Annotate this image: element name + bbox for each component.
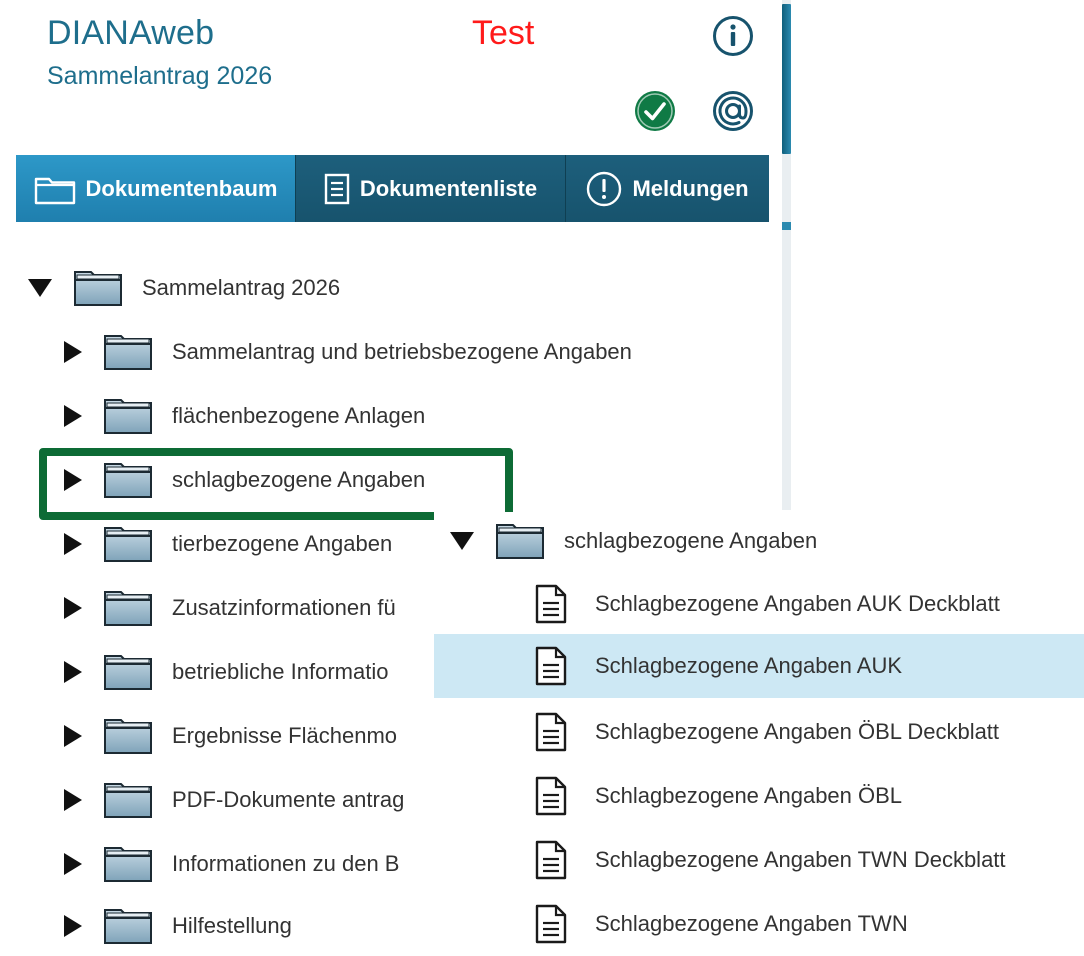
folder-icon [104,590,152,626]
tab-meldungen[interactable]: Meldungen [566,155,769,222]
expand-arrow-icon[interactable] [64,533,82,555]
folder-icon [104,908,152,944]
list-document-icon [324,173,350,205]
tree-node[interactable]: Hilfestellung [60,906,292,946]
folder-icon [104,398,152,434]
tree-node-label: PDF-Dokumente antrag [172,787,405,812]
tree-node-label: Sammelantrag und betriebsbezogene Angabe… [172,339,632,364]
environment-label: Test [472,14,535,52]
panel-scrollbar-marker [782,222,791,230]
tree-node-label: Sammelantrag 2026 [142,275,341,300]
document-label: Schlagbezogene Angaben AUK Deckblatt [595,591,1000,616]
document-icon [534,712,568,752]
tree-node-schlagbezogene-angaben[interactable]: schlagbezogene Angaben [60,460,425,500]
tree-node[interactable]: Ergebnisse Flächenmo [60,716,397,756]
document-icon [534,904,568,944]
tree-node[interactable]: Sammelantrag und betriebsbezogene Angabe… [60,332,632,372]
document-icon [534,840,568,880]
tab-label: Dokumentenliste [359,175,538,201]
expand-arrow-icon[interactable] [64,341,82,363]
folder-icon [104,654,152,690]
document-item[interactable]: Schlagbezogene Angaben ÖBL [434,764,1084,828]
tree-node-label: flächenbezogene Anlagen [172,403,426,428]
folder-icon [104,782,152,818]
tree-node[interactable]: betriebliche Informatio [60,652,388,692]
tree-node-label: Hilfestellung [172,913,292,938]
expanded-node-header[interactable]: schlagbezogene Angaben [450,521,817,561]
exclamation-circle-icon [586,171,622,207]
document-label: Schlagbezogene Angaben TWN Deckblatt [595,847,1006,872]
tree-node-label: schlagbezogene Angaben [172,467,426,492]
expand-arrow-icon[interactable] [64,661,82,683]
expand-arrow-icon[interactable] [64,597,82,619]
folder-icon [74,270,122,306]
expand-arrow-icon[interactable] [64,915,82,937]
document-label: Schlagbezogene Angaben TWN [595,911,908,936]
tree-node[interactable]: PDF-Dokumente antrag [60,780,404,820]
document-item[interactable]: Schlagbezogene Angaben ÖBL Deckblatt [434,700,1084,764]
tree-node-label: Zusatzinformationen fü [172,595,396,620]
tab-dokumentenliste[interactable]: Dokumentenliste [296,155,566,222]
document-item[interactable]: Schlagbezogene Angaben TWN Deckblatt [434,828,1084,892]
expanded-node-panel: schlagbezogene Angaben Schlagbezogene An… [434,512,1084,944]
expand-arrow-icon[interactable] [64,469,82,491]
tree-node[interactable]: flächenbezogene Anlagen [60,396,425,436]
collapse-arrow-icon[interactable] [28,279,52,297]
tab-dokumentenbaum[interactable]: Dokumentenbaum [16,155,296,222]
tree-node-label: tierbezogene Angaben [172,531,393,556]
tree-node[interactable]: Informationen zu den B [60,844,399,884]
tab-label: Meldungen [632,175,749,201]
tree-node-root[interactable]: Sammelantrag 2026 [28,268,340,308]
tree-node-label: betriebliche Informatio [172,659,389,684]
document-item[interactable]: Schlagbezogene Angaben TWN [434,892,1084,956]
tree-node-label: Ergebnisse Flächenmo [172,723,398,748]
tree-node[interactable]: Zusatzinformationen fü [60,588,396,628]
navigation-tabs: Dokumentenbaum Dokumentenliste Meldungen [16,155,769,222]
document-item[interactable]: Schlagbezogene Angaben AUK Deckblatt [434,572,1084,636]
document-icon [534,584,568,624]
panel-scrollbar-thumb[interactable] [782,4,791,154]
expand-arrow-icon[interactable] [64,405,82,427]
folder-icon [104,718,152,754]
info-icon[interactable] [712,15,754,57]
document-icon [534,646,568,686]
tree-node[interactable]: tierbezogene Angaben [60,524,392,564]
collapse-arrow-icon[interactable] [450,532,474,550]
folder-icon [104,846,152,882]
folder-icon [34,173,76,205]
folder-icon [104,462,152,498]
expand-arrow-icon[interactable] [64,725,82,747]
document-icon [534,776,568,816]
folder-icon [104,526,152,562]
app-title: DIANAweb [47,14,215,52]
tree-node-label: Informationen zu den B [172,851,400,876]
document-label: Schlagbezogene Angaben ÖBL Deckblatt [595,719,1000,744]
document-label: Schlagbezogene Angaben AUK [595,653,903,678]
app-subtitle: Sammelantrag 2026 [47,62,273,90]
folder-icon [496,523,544,559]
check-circle-icon[interactable] [634,90,676,132]
folder-icon [104,334,152,370]
tab-label: Dokumentenbaum [85,175,278,201]
tree-node-label: schlagbezogene Angaben [564,528,818,553]
expand-arrow-icon[interactable] [64,789,82,811]
expand-arrow-icon[interactable] [64,853,82,875]
at-sign-icon[interactable] [712,90,754,132]
document-label: Schlagbezogene Angaben ÖBL [595,783,903,808]
document-item-selected[interactable]: Schlagbezogene Angaben AUK [434,634,1084,698]
